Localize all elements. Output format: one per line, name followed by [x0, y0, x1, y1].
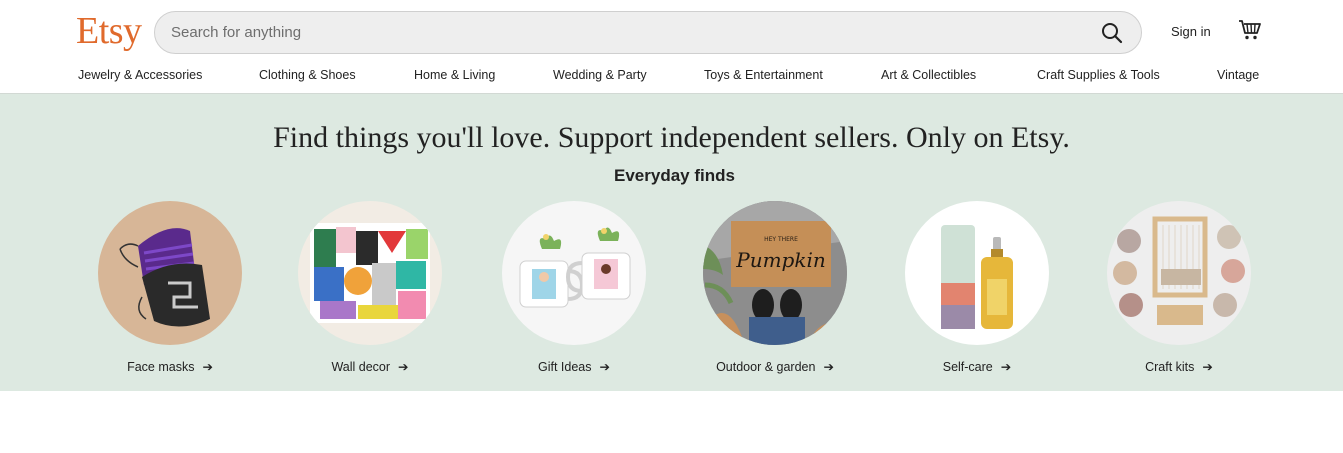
category-card-face-masks[interactable]: Face masks ➔ [90, 201, 250, 381]
nav-jewelry-accessories[interactable]: Jewelry & Accessories [78, 68, 202, 82]
everyday-finds-heading: Everyday finds [614, 166, 735, 185]
category-card-self-care[interactable]: Self-care ➔ [897, 201, 1057, 381]
nav-home-living[interactable]: Home & Living [414, 68, 495, 82]
arrow-right-icon: ➔ [202, 360, 213, 374]
category-card-craft-kits[interactable]: Craft kits ➔ [1099, 201, 1259, 381]
arrow-right-icon: ➔ [1000, 360, 1012, 374]
nav-art-collectibles[interactable]: Art & Collectibles [881, 68, 976, 82]
card-label[interactable]: Face masks ➔ [90, 359, 250, 374]
self-care-image [905, 201, 1049, 345]
category-card-outdoor-garden[interactable]: HEY THERE Pumpkin Outdoor & garden ➔ [695, 201, 855, 381]
category-card-gift-ideas[interactable]: Gift Ideas ➔ [494, 201, 654, 381]
gift-ideas-image [502, 201, 646, 345]
card-label[interactable]: Outdoor & garden ➔ [695, 359, 855, 374]
card-label[interactable]: Self-care ➔ [897, 359, 1057, 374]
card-label[interactable]: Craft kits ➔ [1099, 359, 1259, 374]
doormat-text-large: Pumpkin [735, 248, 826, 272]
cart-icon[interactable] [1238, 19, 1262, 41]
nav-wedding-party[interactable]: Wedding & Party [553, 68, 647, 82]
search-icon[interactable] [1101, 22, 1123, 44]
card-label[interactable]: Wall decor ➔ [290, 359, 450, 374]
nav-toys-entertainment[interactable]: Toys & Entertainment [704, 68, 823, 82]
card-label[interactable]: Gift Ideas ➔ [494, 359, 654, 374]
wall-decor-image [298, 201, 442, 345]
nav-craft-supplies-tools[interactable]: Craft Supplies & Tools [1037, 68, 1160, 82]
outdoor-garden-image: HEY THERE Pumpkin [703, 201, 847, 345]
doormat-text-small: HEY THERE [764, 236, 798, 243]
arrow-right-icon: ➔ [823, 360, 834, 374]
search-bar [154, 11, 1142, 54]
category-card-wall-decor[interactable]: Wall decor ➔ [290, 201, 450, 381]
craft-kits-image [1107, 201, 1251, 345]
nav-clothing-shoes[interactable]: Clothing & Shoes [259, 68, 356, 82]
nav-vintage[interactable]: Vintage [1217, 68, 1259, 82]
arrow-right-icon: ➔ [1202, 360, 1213, 374]
hero-headline: Find things you'll love. Support indepen… [273, 121, 1070, 154]
arrow-right-icon: ➔ [599, 360, 610, 374]
arrow-right-icon: ➔ [398, 360, 409, 374]
search-input[interactable] [171, 12, 1071, 53]
face-masks-image [98, 201, 242, 345]
sign-in-link[interactable]: Sign in [1171, 24, 1211, 39]
etsy-logo[interactable]: Etsy [76, 9, 142, 53]
